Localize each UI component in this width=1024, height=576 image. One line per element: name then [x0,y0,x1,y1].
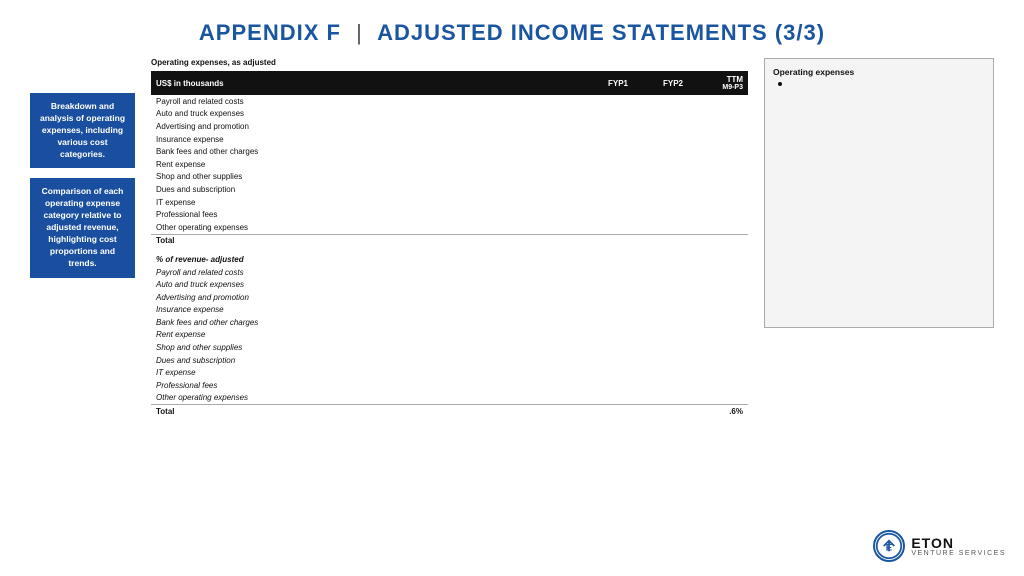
section-label: Operating expenses, as adjusted [151,58,748,67]
total-row-1: Total [151,234,748,248]
table-row: Other operating expenses [151,392,748,405]
table-row: Shop and other supplies [151,341,748,354]
total-row-2: Total .6% [151,404,748,418]
main-content: Breakdown and analysis of operating expe… [30,58,994,539]
title-main: ADJUSTED INCOME STATEMENTS (3/3) [377,20,825,45]
table-row: Professional fees [151,379,748,392]
table-row: Payroll and related costs [151,95,748,108]
table-row: Payroll and related costs [151,266,748,279]
page-title: APPENDIX F | ADJUSTED INCOME STATEMENTS … [30,20,994,46]
title-separator: | [356,20,363,45]
table-header: US$ in thousands FYP1 FYP2 TTM M9-P3 [151,71,748,95]
table-row: Rent expense [151,158,748,171]
table-row: Insurance expense [151,304,748,317]
logo-area: E ETON VENTURE SERVICES [873,530,1006,562]
table-rows-section1: Payroll and related costs Auto and truck… [151,95,748,418]
chart-box: Operating expenses [764,58,994,328]
svg-text:E: E [886,542,893,553]
logo-name: ETON [911,536,1006,550]
table-row: Auto and truck expenses [151,278,748,291]
table-row: Shop and other supplies [151,171,748,184]
table-row: Bank fees and other charges [151,316,748,329]
sidebar-box-2: Comparison of each operating expense cat… [30,178,135,277]
table-row: Auto and truck expenses [151,108,748,121]
chart-title: Operating expenses [773,67,985,77]
table-row: Dues and subscription [151,354,748,367]
table-row: IT expense [151,366,748,379]
left-sidebar: Breakdown and analysis of operating expe… [30,93,135,539]
page: APPENDIX F | ADJUSTED INCOME STATEMENTS … [0,0,1024,576]
logo-circle: E [873,530,905,562]
table-row: Rent expense [151,329,748,342]
title-appendix: APPENDIX F [199,20,341,45]
table-row: Other operating expenses [151,221,748,234]
table-row: Insurance expense [151,133,748,146]
table-row: Advertising and promotion [151,120,748,133]
table-row: Advertising and promotion [151,291,748,304]
table-row: Dues and subscription [151,183,748,196]
table-row: Professional fees [151,208,748,221]
section2-header: % of revenue- adjusted [151,253,748,266]
header-fyp2: FYP2 [628,79,683,88]
center-table: Operating expenses, as adjusted US$ in t… [151,58,748,539]
right-chart: Operating expenses [764,58,994,539]
header-ttm: TTM M9-P3 [683,75,743,91]
header-label: US$ in thousands [156,79,573,88]
logo-icon: E [875,530,903,562]
header-fyp1: FYP1 [573,79,628,88]
table-row: Bank fees and other charges [151,145,748,158]
table-row: IT expense [151,196,748,209]
sidebar-box-1: Breakdown and analysis of operating expe… [30,93,135,168]
logo-tagline: VENTURE SERVICES [911,550,1006,557]
chart-dot [778,82,782,86]
logo-text: ETON VENTURE SERVICES [911,536,1006,557]
